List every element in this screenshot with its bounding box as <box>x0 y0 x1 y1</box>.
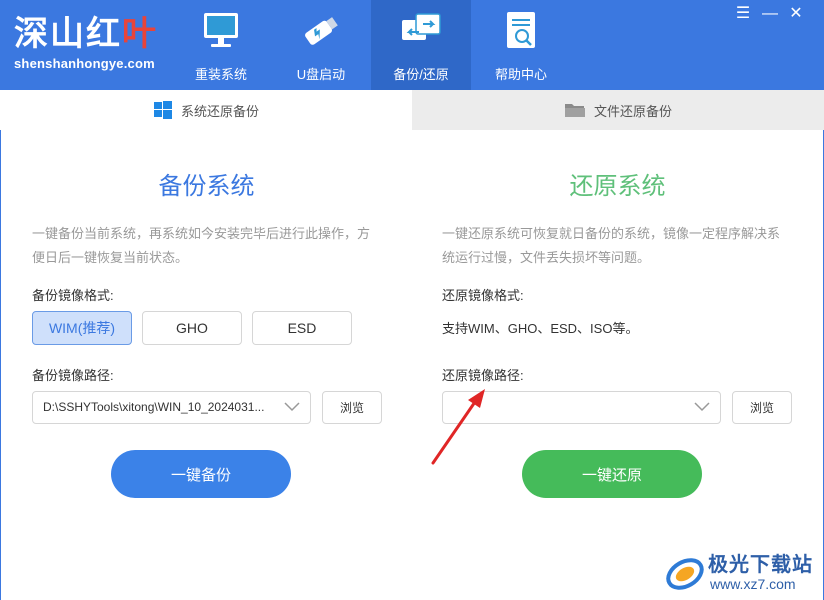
tab-file-backup[interactable]: 文件还原备份 <box>412 90 824 130</box>
help-document-icon <box>507 12 535 48</box>
restore-title: 还原系统 <box>569 173 666 200</box>
backup-path-select[interactable]: D:\SSHYTools\xitong\WIN_10_2024031... <box>32 391 311 424</box>
restore-path-label: 还原镜像路径: <box>442 368 524 383</box>
nav-label: 帮助中心 <box>494 67 547 82</box>
one-click-backup-button[interactable]: 一键备份 <box>111 450 291 498</box>
backup-restore-icon <box>402 13 441 40</box>
windows-logo-icon <box>153 101 172 119</box>
chevron-down-icon <box>284 402 300 412</box>
restore-browse-button[interactable]: 浏览 <box>732 391 792 424</box>
monitor-icon <box>204 13 238 47</box>
aurora-logo-icon <box>666 558 704 590</box>
backup-path-value: D:\SSHYTools\xitong\WIN_10_2024031... <box>43 400 265 414</box>
nav-help-center[interactable]: 帮助中心 <box>471 0 571 90</box>
nav-usb-boot[interactable]: U盘启动 <box>271 0 371 90</box>
backup-panel: 备份系统 一键备份当前系统，再系统如今安装完毕后进行此操作，方便日后一键恢复当前… <box>0 130 412 600</box>
restore-format-label: 还原镜像格式: <box>442 288 524 303</box>
nav-reinstall-system[interactable]: 重装系统 <box>171 0 271 90</box>
one-click-restore-button[interactable]: 一键还原 <box>522 450 702 498</box>
annotation-arrow-icon <box>431 389 485 465</box>
tab-label: 文件还原备份 <box>593 103 672 119</box>
logo-leaf: 叶 <box>122 14 158 54</box>
watermark-name: 极光下载站 <box>708 554 813 576</box>
logo-text: 深山红 <box>14 14 122 54</box>
backup-description: 一键备份当前系统，再系统如今安装完毕后进行此操作，方便日后一键恢复当前状态。 <box>32 226 371 265</box>
backup-title: 备份系统 <box>158 173 255 200</box>
restore-description: 一键还原系统可恢复就日备份的系统，镜像一定程序解决系统运行过慢，文件丢失损坏等问… <box>442 226 781 265</box>
tab-system-backup[interactable]: 系统还原备份 <box>0 90 412 130</box>
watermark: 极光下载站 www.xz7.com <box>664 548 820 596</box>
backup-browse-button[interactable]: 浏览 <box>322 391 382 424</box>
chevron-down-icon <box>694 402 710 412</box>
format-wim-button[interactable]: WIM(推荐) <box>32 311 132 345</box>
nav-label: 备份/还原 <box>393 67 449 82</box>
backup-format-label: 备份镜像格式: <box>32 288 114 303</box>
format-esd-button[interactable]: ESD <box>252 311 352 345</box>
menu-icon[interactable]: ☰ <box>733 4 753 24</box>
usb-drive-icon <box>305 17 338 45</box>
close-icon[interactable]: ✕ <box>786 4 806 24</box>
tab-label: 系统还原备份 <box>180 103 259 119</box>
restore-panel: 还原系统 一键还原系统可恢复就日备份的系统，镜像一定程序解决系统运行过慢，文件丢… <box>412 130 824 600</box>
folder-icon <box>564 104 585 117</box>
watermark-url: www.xz7.com <box>710 576 796 592</box>
nav-backup-restore[interactable]: 备份/还原 <box>371 0 471 90</box>
backup-path-label: 备份镜像路径: <box>32 368 114 383</box>
restore-support-text: 支持WIM、GHO、ESD、ISO等。 <box>442 321 639 336</box>
logo-subtitle: shenshanhongye.com <box>14 56 155 71</box>
minimize-icon[interactable]: — <box>760 4 780 24</box>
nav-label: U盘启动 <box>296 67 346 82</box>
app-logo: 深山红叶 shenshanhongye.com <box>14 14 158 71</box>
title-bar: 深山红叶 shenshanhongye.com 重装系统 U盘启动 备份/还原 … <box>0 0 824 90</box>
nav-label: 重装系统 <box>194 67 247 82</box>
format-gho-button[interactable]: GHO <box>142 311 242 345</box>
